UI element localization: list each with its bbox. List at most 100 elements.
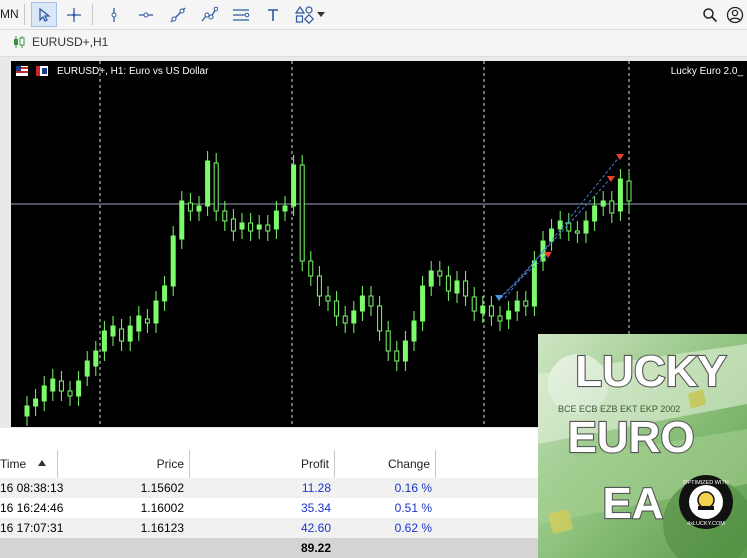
candle-body xyxy=(84,360,90,377)
candle-body xyxy=(592,205,598,222)
candle-body xyxy=(402,340,408,362)
vertical-line-icon xyxy=(111,7,117,22)
candle-body xyxy=(144,318,150,324)
row-time: 16 16:24:46 xyxy=(0,501,64,515)
candle-body xyxy=(609,200,615,214)
chevron-down-icon xyxy=(317,11,325,17)
channel-tool-button[interactable] xyxy=(228,2,254,27)
candle-body xyxy=(359,295,365,312)
column-divider xyxy=(57,450,58,478)
banner-title-line1: LUCKY xyxy=(575,347,727,396)
text-icon xyxy=(268,8,278,21)
candle-body xyxy=(394,350,400,362)
sell-marker-arrow xyxy=(616,154,624,160)
horizontal-line-icon xyxy=(139,12,153,17)
text-tool-button[interactable] xyxy=(260,2,286,27)
candle-body xyxy=(50,378,56,392)
column-profit[interactable]: Profit xyxy=(301,457,329,471)
trade-line xyxy=(498,253,549,299)
candle-body xyxy=(626,180,632,202)
candle-body xyxy=(282,205,288,212)
candle-body xyxy=(600,200,606,207)
lucky-euro-ea-banner: BCE ECB EZB EKT EKP 2002 LUCKY EURO EA O… xyxy=(538,334,747,558)
candle-body xyxy=(488,305,494,317)
toolbar-separator xyxy=(24,4,25,25)
crosshair-icon xyxy=(67,7,81,22)
sort-ascending-icon[interactable] xyxy=(38,460,46,466)
candle-body xyxy=(368,295,374,307)
column-change[interactable]: Change xyxy=(388,457,430,471)
candle-body xyxy=(308,260,314,277)
account-button[interactable] xyxy=(722,2,747,27)
candle-body xyxy=(497,315,503,322)
candle-body xyxy=(67,390,73,397)
chart-tab[interactable]: EURUSD+,H1 xyxy=(12,35,108,49)
search-button[interactable] xyxy=(697,2,723,27)
row-time: 16 08:38:13 xyxy=(0,481,64,495)
candle-body xyxy=(153,300,159,324)
candle-body xyxy=(471,296,477,312)
column-price[interactable]: Price xyxy=(157,457,184,471)
candle-body xyxy=(523,300,529,307)
shapes-tool-button[interactable] xyxy=(291,2,329,27)
candle-body xyxy=(170,235,176,287)
toolbar-separator xyxy=(92,4,93,25)
column-time[interactable]: Time xyxy=(0,457,26,471)
candle-body xyxy=(445,275,451,292)
table-row[interactable]: 16 08:38:13 1.15602 11.28 0.16 % xyxy=(0,478,540,498)
candle-body xyxy=(377,305,383,332)
multi-point-button[interactable] xyxy=(196,2,222,27)
cursor-icon xyxy=(39,7,51,22)
row-profit: 35.34 xyxy=(300,501,331,515)
table-row[interactable]: 16 17:07:31 1.16123 42.60 0.62 % xyxy=(0,518,540,538)
candle-body xyxy=(24,405,30,417)
row-change: 0.51 % xyxy=(394,501,432,515)
candlestick-icon xyxy=(14,36,25,48)
candle-body xyxy=(187,202,193,212)
row-price: 1.15602 xyxy=(140,481,184,495)
candle-body xyxy=(342,315,348,324)
candle-body xyxy=(58,380,64,392)
user-icon xyxy=(726,6,744,23)
row-profit: 11.28 xyxy=(301,481,331,495)
candle-body xyxy=(222,210,228,222)
column-divider xyxy=(189,450,190,478)
candle-body xyxy=(325,295,331,302)
trend-line-icon xyxy=(170,7,186,22)
candle-body xyxy=(136,315,142,332)
candle-body xyxy=(291,164,297,207)
candle-body xyxy=(41,385,47,402)
polyline-icon xyxy=(201,6,218,21)
badge-bottom-text: 4xLUCKY.COM xyxy=(687,521,725,527)
banner-title-line2: EURO xyxy=(567,413,694,462)
candle-body xyxy=(213,162,219,212)
trade-line xyxy=(504,155,621,299)
chart-flag-icon xyxy=(36,66,48,76)
banner-graphic: BCE ECB EZB EKT EKP 2002 LUCKY EURO EA O… xyxy=(538,334,747,558)
row-time: 16 17:07:31 xyxy=(0,521,64,535)
candle-body xyxy=(583,220,589,234)
sell-marker-arrow xyxy=(607,176,615,182)
timeframe-label[interactable]: MN xyxy=(0,7,19,21)
optimized-badge: OPTIMIZED WITH 4xLUCKY.COM xyxy=(679,475,733,529)
cursor-tool-button[interactable] xyxy=(31,2,57,27)
candle-body xyxy=(351,310,357,324)
table-row[interactable]: 16 16:24:46 1.16002 35.34 0.51 % xyxy=(0,498,540,518)
candle-body xyxy=(299,164,305,262)
buy-marker-arrow xyxy=(495,295,503,301)
trend-line-button[interactable] xyxy=(165,2,191,27)
horizontal-line-button[interactable] xyxy=(133,2,159,27)
drawing-toolbar: MN xyxy=(0,0,747,30)
candle-body xyxy=(162,285,168,302)
candle-body xyxy=(420,285,426,322)
crosshair-tool-button[interactable] xyxy=(61,2,87,27)
search-icon xyxy=(703,7,718,22)
candle-body xyxy=(463,280,469,297)
badge-top-text: OPTIMIZED WITH xyxy=(683,480,729,486)
shapes-icon xyxy=(295,5,315,24)
row-profit: 42.60 xyxy=(300,521,331,535)
candle-body xyxy=(205,160,211,207)
candle-body xyxy=(76,380,82,397)
vertical-line-button[interactable] xyxy=(101,2,127,27)
candle-body xyxy=(248,222,254,232)
